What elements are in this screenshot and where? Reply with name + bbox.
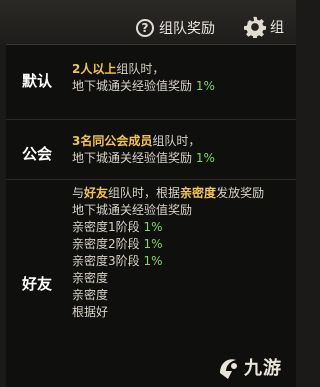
intimacy-level-value: 1%: [143, 220, 163, 234]
top-bar: ? 组队奖励 组: [0, 0, 296, 44]
reward-panel: 默认 2人以上组队时， 地下城通关经验值奖励 1% 公会 3名同公会成员组队时，…: [6, 44, 296, 387]
friend-highlight: 好友: [84, 186, 109, 200]
intimacy-level-text: 亲密度3阶段: [72, 254, 144, 268]
default-condition-highlight: 2人以上: [72, 62, 117, 76]
default-reward: 地下城通关经验值奖励 1%: [72, 78, 286, 95]
jiuyou-logo-icon: [220, 359, 237, 379]
settings-label: 组: [270, 20, 284, 36]
friend-condition: 与好友组队时，根据亲密度发放奖励: [72, 185, 272, 202]
row-body-friend: 与好友组队时，根据亲密度发放奖励 地下城通关经验值奖励 亲密度1阶段 1% 亲密…: [72, 185, 286, 321]
intimacy-level-text: 亲密度: [72, 271, 109, 285]
row-body-guild: 3名同公会成员组队时， 地下城通关经验值奖励 1%: [72, 133, 286, 167]
watermark-text: 九游: [244, 358, 282, 379]
default-condition: 2人以上组队时，: [72, 61, 286, 78]
intimacy-level-value: 1%: [143, 237, 163, 251]
row-body-default: 2人以上组队时， 地下城通关经验值奖励 1%: [72, 61, 286, 95]
intimacy-level-text: 亲密度2阶段: [72, 237, 144, 251]
watermark-logo: 九游: [214, 352, 282, 382]
intimacy-level-text: 亲密度1阶段: [72, 220, 144, 234]
intimacy-level: 亲密度3阶段 1%: [72, 253, 286, 270]
intimacy-level: 亲密度2阶段 1%: [72, 236, 286, 253]
guild-condition-text: 组队时，: [152, 134, 201, 148]
intimacy-highlight: 亲密度: [180, 186, 217, 200]
team-reward-button[interactable]: ? 组队奖励: [136, 17, 215, 39]
default-condition-text: 组队时，: [116, 62, 165, 76]
guild-reward-text: 地下城通关经验值奖励: [72, 151, 196, 165]
intimacy-level: 亲密度: [72, 270, 286, 287]
intimacy-level-text: 亲密度: [72, 288, 109, 302]
friend-condition-text: 发放奖励: [216, 186, 265, 200]
reward-row-guild: 公会 3名同公会成员组队时， 地下城通关经验值奖励 1%: [6, 131, 296, 175]
friend-last-line: 根据好: [72, 305, 109, 319]
intimacy-level: 亲密度: [72, 287, 286, 304]
default-reward-value: 1%: [195, 79, 215, 93]
guild-condition-highlight: 3名同公会成员: [72, 134, 153, 148]
intimacy-level-value: 1%: [143, 254, 163, 268]
friend-condition-text: 组队时，根据: [108, 186, 181, 200]
guild-reward-value: 1%: [195, 151, 215, 165]
question-icon: ?: [136, 19, 154, 37]
team-reward-label: 组队奖励: [159, 21, 215, 37]
gear-icon: [244, 16, 266, 38]
row-label-default: 默认: [21, 72, 52, 90]
friend-condition-text: 与: [72, 186, 85, 200]
default-reward-text: 地下城通关经验值奖励: [72, 79, 196, 93]
friend-reward-text: 地下城通关经验值奖励: [72, 203, 193, 217]
row-label-guild: 公会: [21, 145, 52, 163]
reward-row-default: 默认 2人以上组队时， 地下城通关经验值奖励 1%: [6, 59, 296, 119]
settings-button[interactable]: 组: [244, 15, 284, 39]
divider: [6, 179, 296, 180]
guild-reward: 地下城通关经验值奖励 1%: [72, 150, 286, 167]
intimacy-level: 亲密度1阶段 1%: [72, 219, 286, 236]
row-label-friend: 好友: [21, 275, 52, 293]
guild-condition: 3名同公会成员组队时，: [72, 133, 286, 150]
divider: [6, 119, 296, 120]
